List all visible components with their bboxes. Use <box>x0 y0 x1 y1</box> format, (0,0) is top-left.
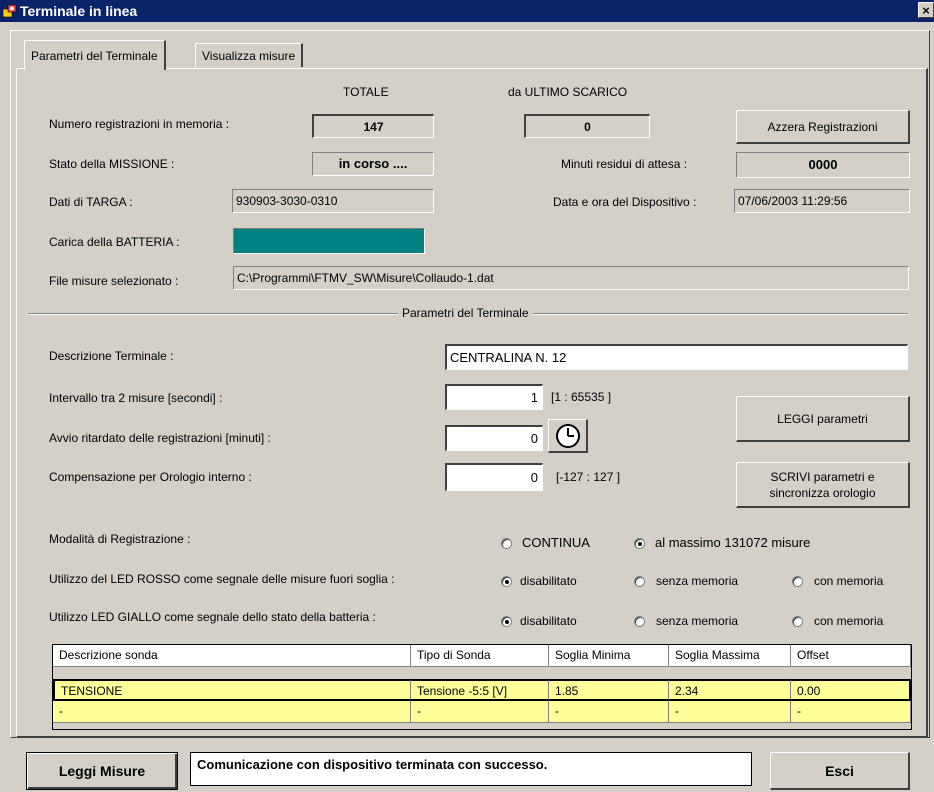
table-cell-soglia-massima[interactable]: 2.34 <box>669 679 791 701</box>
descrizione-terminale-label: Descrizione Terminale : <box>49 349 174 363</box>
radio-led-giallo-senza-memoria[interactable] <box>634 616 645 627</box>
table-cell-offset[interactable]: 0.00 <box>791 679 911 701</box>
clock-button[interactable] <box>548 419 588 453</box>
battery-bar-fill <box>234 229 424 253</box>
compensazione-input[interactable]: 0 <box>445 463 543 491</box>
radio-continua[interactable] <box>501 538 512 549</box>
table-cell-soglia-minima[interactable]: 1.85 <box>549 679 669 701</box>
file-misure-label: File misure selezionato : <box>49 274 179 288</box>
data-ora-label: Data e ora del Dispositivo : <box>553 195 697 209</box>
file-misure-value: C:\Programmi\FTMV_SW\Misure\Collaudo-1.d… <box>233 266 909 290</box>
avvio-ritardato-label: Avvio ritardato delle registrazioni [min… <box>49 431 271 445</box>
table-cell-descrizione[interactable]: - <box>53 701 411 723</box>
minuti-residui-value: 0000 <box>736 152 910 178</box>
leggi-misure-button[interactable]: Leggi Misure <box>26 752 178 790</box>
stato-missione-label: Stato della MISSIONE : <box>49 157 175 171</box>
clock-icon <box>555 423 580 448</box>
esci-button[interactable]: Esci <box>770 752 910 790</box>
led-giallo-label: Utilizzo LED GIALLO come segnale dello s… <box>49 610 376 624</box>
carica-batteria-label: Carica della BATTERIA : <box>49 235 180 249</box>
table-cell-offset[interactable]: - <box>791 701 911 723</box>
close-icon[interactable]: × <box>918 2 934 18</box>
battery-bar <box>233 228 425 254</box>
column-header-totale: TOTALE <box>343 85 389 99</box>
compensazione-label: Compensazione per Orologio interno : <box>49 470 252 484</box>
num-registrazioni-totale: 147 <box>312 114 434 138</box>
num-registrazioni-label: Numero registrazioni in memoria : <box>49 117 230 131</box>
compensazione-range: [-127 : 127 ] <box>556 470 621 484</box>
radio-led-giallo-disabilitato-label: disabilitato <box>520 614 577 628</box>
table-cell-tipo[interactable]: - <box>411 701 549 723</box>
dati-targa-label: Dati di TARGA : <box>49 195 133 209</box>
scrivi-parametri-button[interactable]: SCRIVI parametri e sincronizza orologio <box>736 462 910 508</box>
radio-al-massimo-label: al massimo 131072 misure <box>655 535 811 550</box>
scrivi-button-line1: SCRIVI parametri e <box>770 469 875 484</box>
radio-led-rosso-disabilitato-label: disabilitato <box>520 574 577 588</box>
sonde-table: Descrizione sonda Tipo di Sonda Soglia M… <box>52 644 912 730</box>
radio-led-giallo-senza-memoria-label: senza memoria <box>656 614 739 628</box>
radio-led-rosso-con-memoria[interactable] <box>792 576 803 587</box>
table-cell-descrizione[interactable]: TENSIONE <box>53 679 411 701</box>
table-cell-soglia-minima[interactable]: - <box>549 701 669 723</box>
app-icon <box>2 4 17 18</box>
leggi-parametri-button[interactable]: LEGGI parametri <box>736 396 910 442</box>
data-ora-value: 07/06/2003 11:29:56 <box>734 189 910 213</box>
group-title: Parametri del Terminale <box>398 305 533 321</box>
radio-al-massimo[interactable] <box>634 538 645 549</box>
title-bar: Terminale in linea × <box>0 0 934 22</box>
intervallo-input[interactable]: 1 <box>445 384 543 410</box>
dati-targa-value: 930903-3030-0310 <box>232 189 434 213</box>
radio-continua-label: CONTINUA <box>522 535 590 550</box>
led-rosso-label: Utilizzo del LED ROSSO come segnale dell… <box>49 572 395 586</box>
radio-led-giallo-disabilitato[interactable] <box>501 616 512 627</box>
table-header-tipo[interactable]: Tipo di Sonda <box>411 645 549 667</box>
descrizione-terminale-input[interactable]: CENTRALINA N. 12 <box>445 344 908 370</box>
table-header-soglia-minima[interactable]: Soglia Minima <box>549 645 669 667</box>
status-message: Comunicazione con dispositivo terminata … <box>190 752 752 786</box>
window-title: Terminale in linea <box>20 3 138 19</box>
table-cell-soglia-massima[interactable]: - <box>669 701 791 723</box>
table-cell-tipo[interactable]: Tensione -5:5 [V] <box>411 679 549 701</box>
radio-led-giallo-con-memoria[interactable] <box>792 616 803 627</box>
intervallo-label: Intervallo tra 2 misure [secondi] : <box>49 391 223 405</box>
minuti-residui-label: Minuti residui di attesa : <box>561 157 688 171</box>
scrivi-button-line2: sincronizza orologio <box>769 485 876 500</box>
intervallo-range: [1 : 65535 ] <box>551 390 612 404</box>
tab-visualizza-misure[interactable]: Visualizza misure <box>195 43 304 67</box>
column-header-ultimo-scarico: da ULTIMO SCARICO <box>508 85 628 99</box>
stato-missione-value: in corso .... <box>312 152 434 176</box>
avvio-ritardato-input[interactable]: 0 <box>445 425 543 451</box>
tab-parametri-terminale[interactable]: Parametri del Terminale <box>24 40 166 70</box>
modalita-label: Modalità di Registrazione : <box>49 532 191 546</box>
radio-led-rosso-senza-memoria[interactable] <box>634 576 645 587</box>
azzera-registrazioni-button[interactable]: Azzera Registrazioni <box>736 110 910 144</box>
radio-led-rosso-con-memoria-label: con memoria <box>814 574 884 588</box>
table-header-offset[interactable]: Offset <box>791 645 911 667</box>
radio-led-rosso-disabilitato[interactable] <box>501 576 512 587</box>
radio-led-rosso-senza-memoria-label: senza memoria <box>656 574 739 588</box>
num-registrazioni-ultimo: 0 <box>524 114 650 138</box>
radio-led-giallo-con-memoria-label: con memoria <box>814 614 884 628</box>
table-header-descrizione[interactable]: Descrizione sonda <box>53 645 411 667</box>
table-header-soglia-massima[interactable]: Soglia Massima <box>669 645 791 667</box>
